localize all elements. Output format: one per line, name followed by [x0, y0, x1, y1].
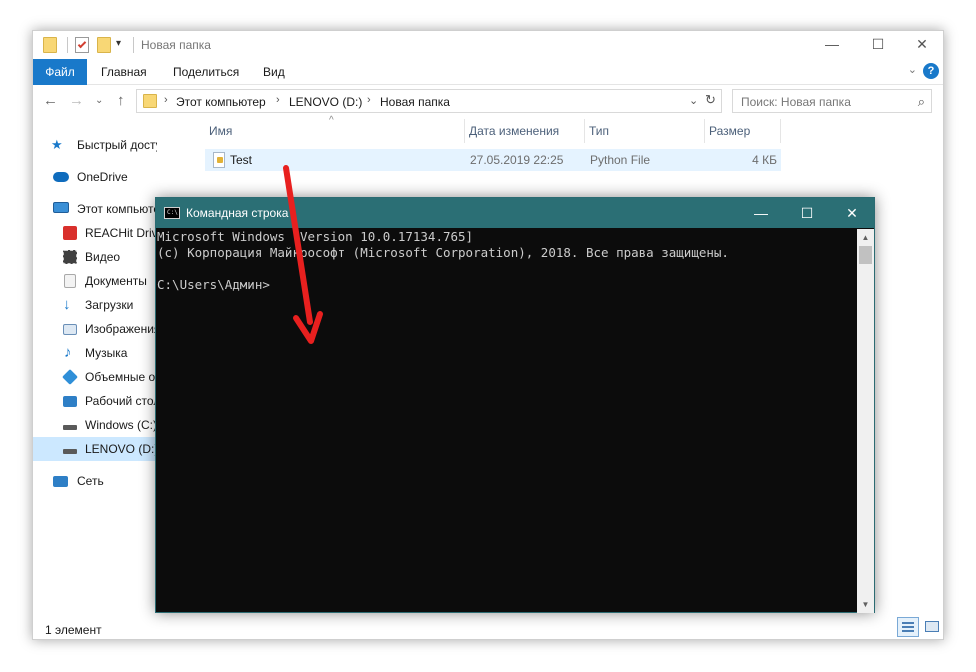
arrow-shaft: [283, 165, 313, 325]
annotation-arrow: [283, 165, 323, 344]
